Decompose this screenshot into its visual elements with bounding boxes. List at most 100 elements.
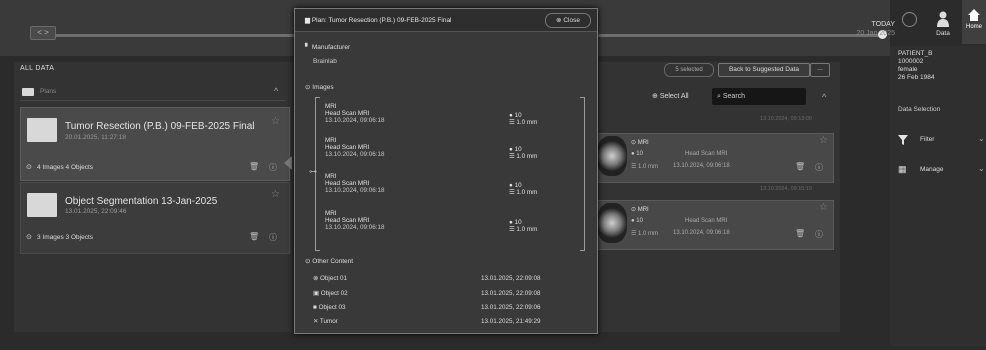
object-date: 13.01.2025, 22:09:08	[481, 290, 541, 297]
info-circle-icon[interactable]: ⓘ	[269, 162, 277, 173]
series-name: Head Scan MRI	[685, 218, 728, 224]
plan-title: Tumor Resection (P.B.) 09-FEB-2025 Final	[65, 121, 255, 132]
brain-thumbnail	[597, 136, 627, 176]
info-icon: ⊙	[26, 234, 32, 241]
series-count: ● 10	[631, 218, 643, 224]
right-sidebar	[890, 46, 986, 346]
info-icon: ⊙	[26, 164, 32, 171]
series-date: 13.10.2024, 09:06:18	[673, 230, 730, 236]
filter-icon	[898, 135, 908, 145]
timeline-nav-button[interactable]: < >	[30, 26, 56, 40]
image-series-card[interactable]: ⊙ MRI ● 10 Head Scan MRI ☰ 1.0 mm 13.10.…	[596, 200, 834, 250]
star-icon[interactable]: ☆	[819, 202, 828, 213]
image-thickness: ☰ 1.0 mm	[509, 119, 538, 126]
plan-card[interactable]: Tumor Resection (P.B.) 09-FEB-2025 Final…	[20, 107, 290, 181]
popup-title: ▆ Plan: Tumor Resection (P.B.) 09-FEB-20…	[305, 17, 452, 24]
series-timestamp: 13.10.2024, 09:13:00	[760, 116, 812, 122]
object-icon: ⨯	[313, 318, 320, 325]
manufacturer-icon: ▘	[305, 44, 312, 51]
brain-thumbnail	[597, 203, 627, 243]
object-item[interactable]: ⊗ Object 01	[313, 275, 347, 282]
star-icon[interactable]: ☆	[819, 135, 828, 146]
series-thickness: ☰ 1.0 mm	[631, 231, 659, 237]
popup-pointer	[284, 156, 292, 170]
image-series-card[interactable]: ⊙ MRI ● 10 Head Scan MRI ☰ 1.0 mm 13.10.…	[596, 133, 834, 183]
object-icon: ⊗	[313, 275, 321, 282]
plan-date: 20.01.2025, 11:27:18	[65, 134, 126, 141]
object-item[interactable]: ⨯ Tumor	[313, 318, 338, 325]
image-count: ● 10	[509, 219, 522, 226]
selected-count-badge: 5 selected	[664, 63, 714, 77]
object-item[interactable]: ■ Object 03	[313, 304, 346, 311]
plan-icon: ▆	[305, 17, 312, 24]
object-date: 13.01.2025, 21:49:29	[481, 318, 541, 325]
plans-section-header[interactable]: Plans ^	[20, 86, 286, 101]
info-circle-icon[interactable]: ⓘ	[815, 229, 823, 240]
star-icon[interactable]: ☆	[271, 116, 280, 127]
images-bracket-right	[580, 97, 585, 251]
patient-dob: 26 Feb 1984	[898, 74, 935, 81]
more-button[interactable]: ...	[810, 63, 830, 77]
series-modality: ⊙ MRI	[631, 207, 649, 213]
manage-icon: ▦	[898, 164, 907, 174]
popup-header: ▆ Plan: Tumor Resection (P.B.) 09-FEB-20…	[295, 9, 597, 32]
series-thickness: ☰ 1.0 mm	[631, 164, 659, 170]
trash-icon[interactable]: 🗑	[795, 162, 805, 171]
back-to-suggested-button[interactable]: Back to Suggested Data	[718, 63, 810, 77]
image-count: ● 10	[509, 112, 522, 119]
manage-button[interactable]: ▦ Manage ⌄	[898, 164, 985, 178]
search-input[interactable]: ⌕ Search	[712, 88, 806, 105]
object-icon: ▣	[313, 290, 321, 297]
image-item[interactable]: MRI Head Scan MRI 13.10.2024, 09:06:18	[325, 173, 385, 194]
star-icon[interactable]: ☆	[271, 189, 280, 200]
home-icon	[968, 9, 980, 21]
other-content-heading: ⊙ Other Content	[305, 258, 354, 265]
image-item[interactable]: MRI Head Scan MRI 13.10.2024, 09:06:18	[325, 137, 385, 158]
object-date: 13.01.2025, 22:09:08	[481, 275, 541, 282]
chevron-down-icon: ⌄	[978, 134, 985, 143]
close-button[interactable]: ⊗ Close	[545, 13, 591, 28]
manage-label: Manage	[920, 166, 944, 173]
plan-card[interactable]: Object Segmentation 13-Jan-2025 13.01.20…	[20, 182, 290, 254]
chevron-up-icon[interactable]: ^	[822, 92, 826, 102]
plans-label: Plans	[40, 88, 57, 95]
series-date: 13.10.2024, 09:06:18	[673, 163, 730, 169]
plan-details-popup: ▆ Plan: Tumor Resection (P.B.) 09-FEB-20…	[294, 8, 598, 334]
folder-icon	[27, 193, 57, 217]
folder-icon	[22, 88, 34, 96]
image-thickness: ☰ 1.0 mm	[509, 189, 538, 196]
series-modality: ⊙ MRI	[631, 140, 649, 146]
trash-icon[interactable]: 🗑	[249, 162, 259, 171]
plan-meta: 3 Images 3 Objects	[37, 234, 93, 241]
today-date: 20 Jan 2025	[856, 30, 895, 37]
status-circle-icon	[902, 12, 917, 27]
patient-info: PATIENT_B 1000002 female 26 Feb 1984	[898, 50, 935, 82]
filter-label: Filter	[920, 136, 935, 143]
trash-icon[interactable]: 🗑	[249, 232, 259, 241]
filter-button[interactable]: Filter ⌄	[898, 134, 985, 148]
image-thickness: ☰ 1.0 mm	[509, 153, 538, 160]
manufacturer-heading: ▘ Manufacturer	[305, 44, 351, 51]
image-count: ● 10	[509, 146, 522, 153]
manufacturer-value: Brainlab	[313, 58, 337, 65]
today-text: TODAY	[871, 21, 895, 28]
select-all-icon: ⊕	[652, 93, 660, 100]
chevron-down-icon: ⌄	[978, 164, 985, 173]
info-circle-icon[interactable]: ⓘ	[269, 232, 277, 243]
trash-icon[interactable]: 🗑	[795, 229, 805, 238]
image-count: ● 10	[509, 182, 522, 189]
today-label: TODAY 20 Jan 2025	[835, 20, 895, 38]
info-circle-icon[interactable]: ⓘ	[815, 162, 823, 173]
object-item[interactable]: ▣ Object 02	[313, 290, 348, 297]
patient-name: PATIENT_B	[898, 50, 933, 57]
image-item[interactable]: MRI Head Scan MRI 13.10.2024, 09:06:18	[325, 103, 385, 124]
series-timestamp: 13.10.2024, 09:15:19	[760, 186, 812, 192]
tab-data[interactable]: Data	[926, 4, 960, 44]
chevron-up-icon[interactable]: ^	[274, 86, 278, 96]
image-item[interactable]: MRI Head Scan MRI 13.10.2024, 09:06:18	[325, 210, 385, 231]
tab-data-label: Data	[936, 30, 950, 37]
all-data-heading: ALL DATA	[20, 65, 55, 72]
plan-meta: 4 Images 4 Objects	[37, 164, 93, 171]
select-all-button[interactable]: ⊕ Select All	[652, 92, 689, 100]
tab-home[interactable]: Home	[962, 0, 986, 44]
